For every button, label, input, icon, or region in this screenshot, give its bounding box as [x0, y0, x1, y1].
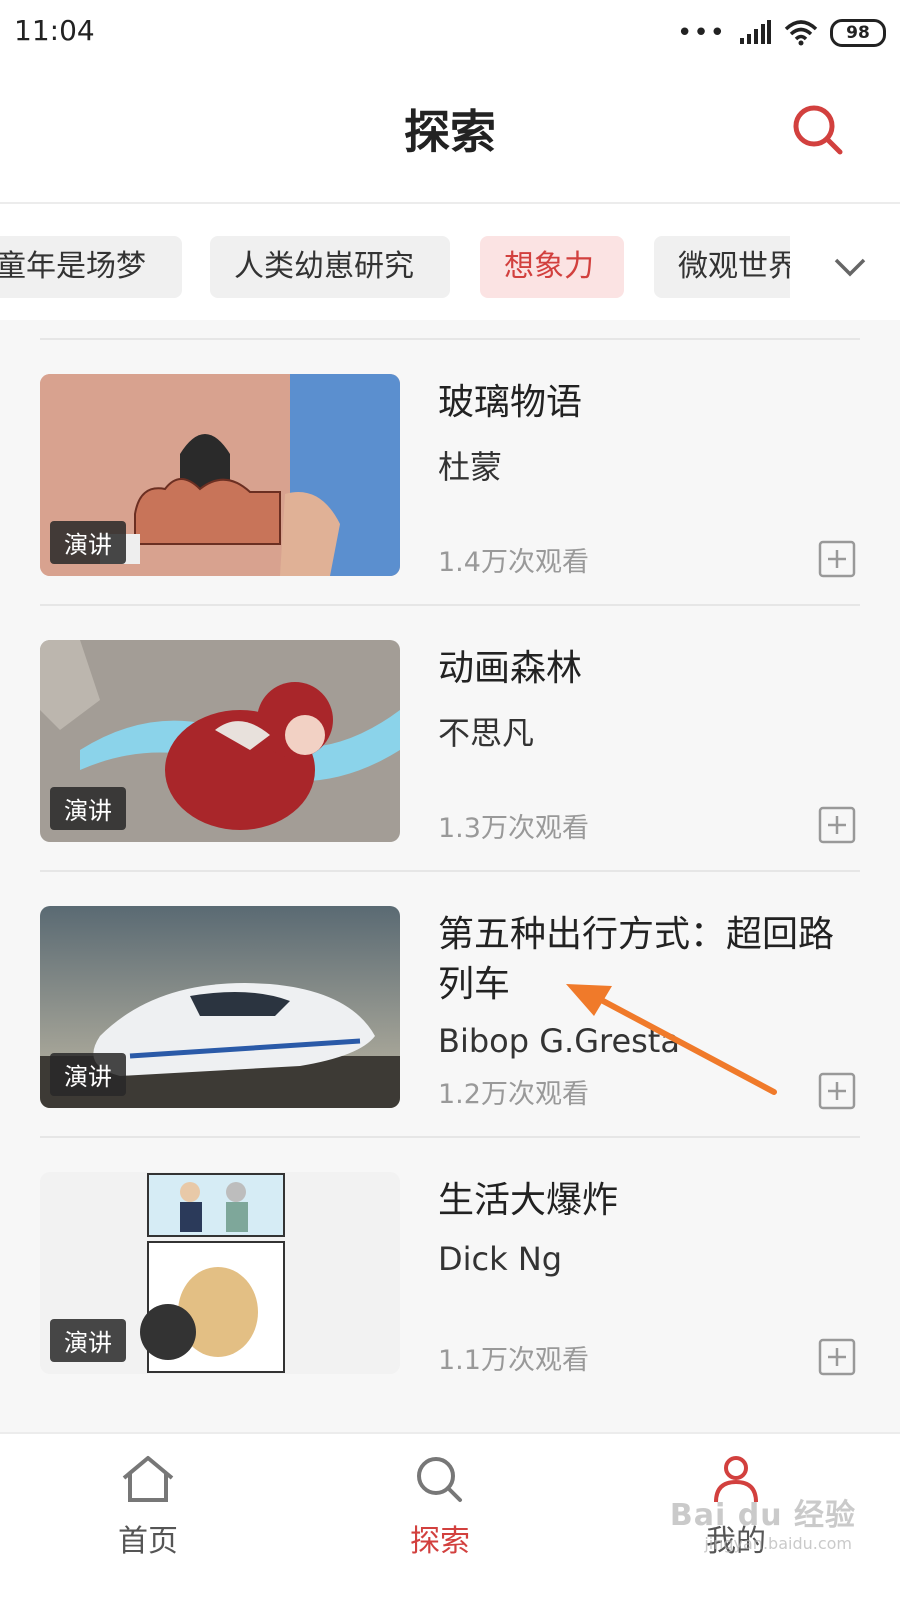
- type-badge: 演讲: [50, 1053, 126, 1096]
- type-badge: 演讲: [50, 521, 126, 564]
- list-item[interactable]: 演讲 生活大爆炸 Dick Ng 1.1万次观看: [0, 1138, 900, 1408]
- thumbnail-train[interactable]: 演讲: [40, 906, 400, 1108]
- list-item[interactable]: 演讲 动画森林 不思凡 1.3万次观看: [0, 606, 900, 876]
- search-nav-icon: [417, 1457, 462, 1502]
- bottom-navigation: 首页 探索 我的 Bai du 经验 jingyan.baidu.com: [0, 1432, 900, 1602]
- item-views: 1.3万次观看: [438, 813, 589, 844]
- item-views: 1.4万次观看: [438, 547, 589, 578]
- item-title[interactable]: 动画森林: [438, 644, 838, 694]
- plus-box-icon[interactable]: [818, 806, 856, 844]
- search-icon[interactable]: [786, 98, 850, 162]
- nav-home[interactable]: 首页: [58, 1454, 238, 1560]
- header: 探索: [0, 62, 900, 204]
- status-icons: ••• 98: [677, 18, 886, 48]
- plus-box-icon[interactable]: [818, 1072, 856, 1110]
- watermark-url: jingyan.baidu.com: [704, 1534, 852, 1553]
- page-title: 探索: [404, 105, 496, 159]
- item-title[interactable]: 生活大爆炸: [438, 1176, 838, 1226]
- thumbnail-animation[interactable]: 演讲: [40, 640, 400, 842]
- thumbnail-glass[interactable]: 演讲: [40, 374, 400, 576]
- signal-icon: [740, 20, 771, 44]
- nav-explore-label: 探索: [410, 1524, 470, 1559]
- status-time: 11:04: [14, 14, 95, 47]
- nav-home-label: 首页: [118, 1524, 178, 1559]
- category-chip-active[interactable]: 想象力: [480, 236, 624, 298]
- type-badge: 演讲: [50, 1319, 126, 1362]
- nav-explore[interactable]: 探索: [350, 1454, 530, 1560]
- video-list: 演讲 玻璃物语 杜蒙 1.4万次观看 演讲 动画森林 不思凡 1.3万次观看 演…: [0, 320, 900, 1432]
- status-bar: 11:04 ••• 98: [0, 0, 900, 62]
- thumbnail-comic[interactable]: 演讲: [40, 1172, 400, 1374]
- home-icon: [122, 1456, 174, 1502]
- plus-box-icon[interactable]: [818, 540, 856, 578]
- type-badge: 演讲: [50, 787, 126, 830]
- category-chip[interactable]: 人类幼崽研究: [210, 236, 450, 298]
- more-dots-icon: •••: [676, 18, 726, 48]
- item-author: 不思凡: [438, 714, 535, 752]
- item-views: 1.1万次观看: [438, 1345, 589, 1376]
- chevron-down-icon[interactable]: [830, 246, 870, 286]
- category-tabs: 童年是场梦 人类幼崽研究 想象力 微观世界: [0, 204, 900, 320]
- battery-indicator: 98: [830, 19, 886, 47]
- arrow-annotation: [566, 984, 777, 1095]
- item-title[interactable]: 玻璃物语: [438, 378, 838, 428]
- wifi-icon: [784, 20, 818, 46]
- category-chip[interactable]: 童年是场梦: [0, 236, 182, 298]
- plus-box-icon[interactable]: [818, 1338, 856, 1376]
- item-author: 杜蒙: [438, 448, 503, 486]
- item-author: Dick Ng: [438, 1240, 563, 1278]
- list-item[interactable]: 演讲 玻璃物语 杜蒙 1.4万次观看: [0, 340, 900, 610]
- watermark: Bai du 经验: [669, 1498, 856, 1533]
